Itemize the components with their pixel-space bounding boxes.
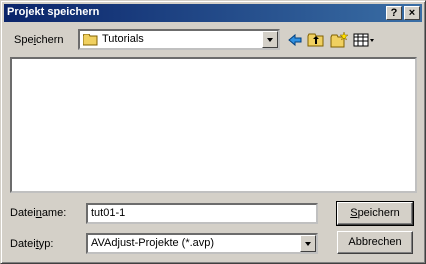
cancel-button[interactable]: Abbrechen bbox=[337, 231, 413, 254]
dialog-title: Projekt speichern bbox=[7, 6, 100, 18]
title-bar[interactable]: Projekt speichern ? × bbox=[4, 4, 422, 22]
filetype-dropdown-button[interactable] bbox=[300, 235, 316, 252]
help-button[interactable]: ? bbox=[386, 6, 402, 20]
new-folder-icon[interactable] bbox=[330, 31, 349, 49]
filename-label: Dateiname: bbox=[10, 207, 67, 219]
save-in-value: Tutorials bbox=[102, 33, 144, 45]
filetype-combo[interactable]: AVAdjust-Projekte (*.avp) bbox=[86, 233, 318, 254]
filetype-label: Dateityp: bbox=[10, 238, 54, 250]
filename-input[interactable]: tut01-1 bbox=[86, 203, 318, 224]
save-in-label: Speichern bbox=[14, 34, 64, 46]
up-folder-icon[interactable] bbox=[307, 31, 325, 49]
close-button[interactable]: × bbox=[404, 6, 420, 20]
folder-icon bbox=[82, 33, 99, 46]
save-button[interactable]: Speichern bbox=[336, 201, 414, 226]
save-project-dialog: Projekt speichern ? × Speichern Tutorial… bbox=[0, 0, 426, 264]
file-list[interactable] bbox=[10, 57, 417, 193]
back-arrow-icon[interactable] bbox=[286, 31, 304, 49]
filetype-value: AVAdjust-Projekte (*.avp) bbox=[91, 237, 215, 249]
save-in-combo[interactable]: Tutorials bbox=[78, 29, 280, 50]
save-in-dropdown-button[interactable] bbox=[262, 31, 278, 48]
filename-value: tut01-1 bbox=[91, 207, 126, 219]
view-menu-icon[interactable] bbox=[353, 31, 377, 49]
